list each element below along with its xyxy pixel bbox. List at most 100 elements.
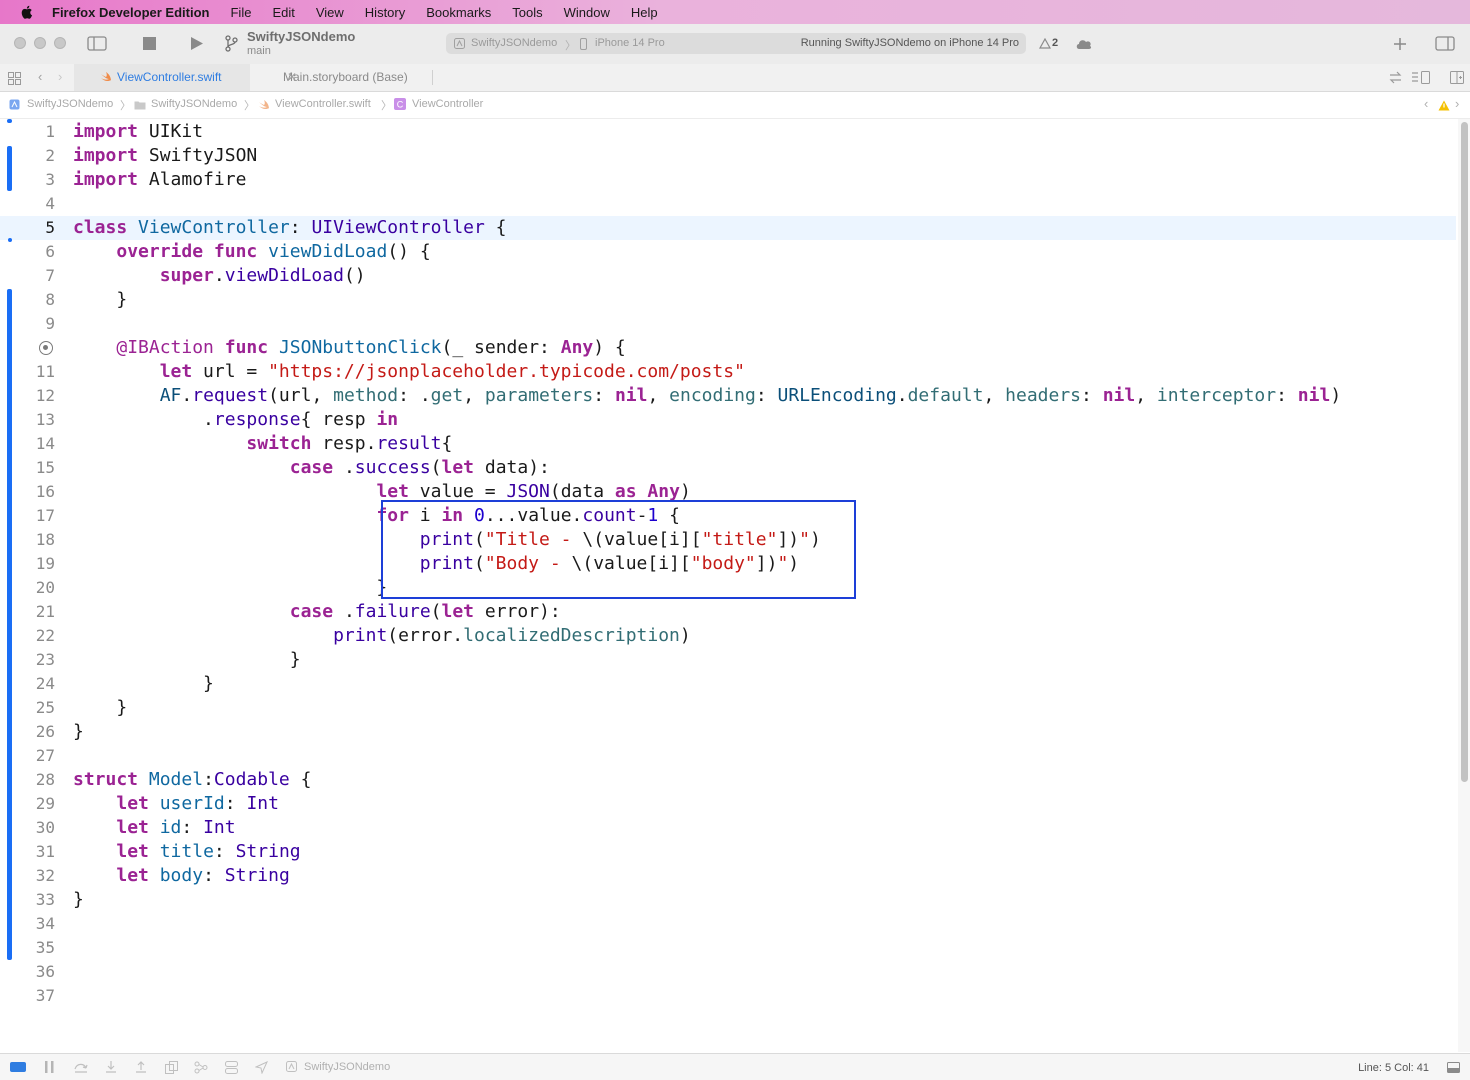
line-number[interactable]: 33 bbox=[0, 888, 55, 912]
apple-icon[interactable] bbox=[18, 3, 36, 21]
line-number[interactable]: 6 bbox=[0, 240, 55, 264]
warning-icon[interactable] bbox=[1438, 100, 1450, 111]
previous-issue-icon[interactable]: ‹ bbox=[1424, 96, 1428, 111]
navigator-toggle-icon[interactable] bbox=[87, 36, 107, 51]
menu-window[interactable]: Window bbox=[564, 5, 610, 20]
line-number[interactable]: 20 bbox=[0, 576, 55, 600]
back-chevron-icon[interactable]: ‹ bbox=[38, 69, 42, 84]
line-number[interactable]: 37 bbox=[0, 984, 55, 1008]
line-number[interactable]: 13 bbox=[0, 408, 55, 432]
line-number[interactable]: 36 bbox=[0, 960, 55, 984]
line-number[interactable]: 27 bbox=[0, 744, 55, 768]
line-number[interactable]: 4 bbox=[0, 192, 55, 216]
code-line[interactable]: import Alamofire bbox=[73, 168, 246, 192]
stop-icon[interactable] bbox=[143, 37, 156, 50]
code-line[interactable]: let userId: Int bbox=[73, 792, 279, 816]
source-editor[interactable]: 1 2 3 4 5 6 7 8 9 11 12 13 14 15 16 17 18 19 20 21 22 23 24 25 2… bbox=[0, 119, 1458, 1052]
line-number[interactable]: 21 bbox=[0, 600, 55, 624]
line-number[interactable]: 18 bbox=[0, 528, 55, 552]
related-items-icon[interactable] bbox=[8, 72, 21, 85]
scrollbar-thumb[interactable] bbox=[1461, 122, 1468, 782]
activity-viewer[interactable]: SwiftyJSONdemo 〉 iPhone 14 Pro Running S… bbox=[446, 33, 1026, 54]
split-editor-icon[interactable] bbox=[1450, 71, 1464, 84]
code-line[interactable]: switch resp.result{ bbox=[73, 432, 452, 456]
line-number[interactable]: 1 bbox=[0, 120, 55, 144]
menu-edit[interactable]: Edit bbox=[272, 5, 294, 20]
minimize-window-button[interactable] bbox=[34, 37, 46, 49]
editor-options-icon[interactable] bbox=[1411, 71, 1431, 84]
code-line[interactable]: struct Model:Codable { bbox=[73, 768, 311, 792]
line-number[interactable]: 31 bbox=[0, 840, 55, 864]
scheme-title[interactable]: SwiftyJSONdemo bbox=[247, 29, 355, 44]
inspector-toggle-icon[interactable] bbox=[1435, 36, 1455, 51]
code-line[interactable]: .response{ resp in bbox=[73, 408, 398, 432]
menu-history[interactable]: History bbox=[365, 5, 405, 20]
swap-icon[interactable] bbox=[1389, 71, 1402, 84]
line-number[interactable]: 30 bbox=[0, 816, 55, 840]
line-number[interactable]: 26 bbox=[0, 720, 55, 744]
menu-file[interactable]: File bbox=[230, 5, 251, 20]
line-number[interactable]: 32 bbox=[0, 864, 55, 888]
step-over-icon[interactable] bbox=[74, 1062, 88, 1073]
code-line[interactable]: } bbox=[73, 576, 387, 600]
line-number[interactable]: 15 bbox=[0, 456, 55, 480]
line-number[interactable]: 16 bbox=[0, 480, 55, 504]
code-line[interactable]: } bbox=[73, 288, 127, 312]
line-number[interactable]: 12 bbox=[0, 384, 55, 408]
tab-viewcontroller-swift[interactable]: ViewController.swift bbox=[74, 64, 250, 91]
code-line[interactable]: @IBAction func JSONbuttonClick(_ sender:… bbox=[73, 336, 625, 360]
code-line[interactable]: case .success(let data): bbox=[73, 456, 550, 480]
simulate-location-icon[interactable] bbox=[255, 1061, 268, 1074]
code-line[interactable]: override func viewDidLoad() { bbox=[73, 240, 430, 264]
line-number[interactable]: 5 bbox=[0, 216, 55, 240]
line-number[interactable]: 17 bbox=[0, 504, 55, 528]
cloud-icon[interactable] bbox=[1075, 37, 1093, 50]
close-window-button[interactable] bbox=[14, 37, 26, 49]
code-line[interactable]: let title: String bbox=[73, 840, 300, 864]
menu-bookmarks[interactable]: Bookmarks bbox=[426, 5, 491, 20]
activity-scheme[interactable]: SwiftyJSONdemo bbox=[471, 37, 557, 49]
activity-device[interactable]: iPhone 14 Pro bbox=[595, 37, 665, 49]
code-line[interactable]: import UIKit bbox=[73, 120, 203, 144]
code-line[interactable]: } bbox=[73, 720, 84, 744]
line-number[interactable]: 25 bbox=[0, 696, 55, 720]
line-number[interactable]: 35 bbox=[0, 936, 55, 960]
add-icon[interactable] bbox=[1393, 37, 1407, 51]
line-number[interactable]: 34 bbox=[0, 912, 55, 936]
next-issue-icon[interactable]: › bbox=[1455, 96, 1459, 111]
debug-scheme-label[interactable]: SwiftyJSONdemo bbox=[304, 1061, 390, 1073]
code-line[interactable]: } bbox=[73, 672, 214, 696]
debug-area-toggle-icon[interactable] bbox=[10, 1062, 26, 1072]
code-line[interactable]: let body: String bbox=[73, 864, 289, 888]
line-number[interactable]: 2 bbox=[0, 144, 55, 168]
line-number[interactable]: 19 bbox=[0, 552, 55, 576]
jumpbar-file[interactable]: ViewController.swift bbox=[275, 98, 371, 110]
line-number[interactable]: 22 bbox=[0, 624, 55, 648]
code-line[interactable]: } bbox=[73, 648, 301, 672]
warning-count[interactable]: 2 bbox=[1052, 37, 1058, 49]
ibaction-connection-icon[interactable] bbox=[39, 341, 53, 355]
code-line[interactable]: AF.request(url, method: .get, parameters… bbox=[73, 384, 1341, 408]
panel-toggle-icon[interactable] bbox=[1447, 1062, 1460, 1073]
step-out-icon[interactable] bbox=[135, 1061, 147, 1073]
line-number[interactable]: 3 bbox=[0, 168, 55, 192]
tab-main-storyboard[interactable]: ✕ Main.storyboard (Base) bbox=[262, 64, 432, 91]
code-line[interactable]: class ViewController: UIViewController { bbox=[73, 216, 507, 240]
line-number[interactable]: 11 bbox=[0, 360, 55, 384]
code-line[interactable]: let url = "https://jsonplaceholder.typic… bbox=[73, 360, 745, 384]
warning-icon[interactable] bbox=[1039, 38, 1051, 49]
memory-graph-icon[interactable] bbox=[194, 1061, 208, 1074]
line-number[interactable]: 28 bbox=[0, 768, 55, 792]
code-line[interactable]: print(error.localizedDescription) bbox=[73, 624, 691, 648]
code-line[interactable]: } bbox=[73, 888, 84, 912]
run-icon[interactable] bbox=[189, 36, 204, 51]
pause-icon[interactable] bbox=[44, 1061, 55, 1073]
line-number[interactable]: 24 bbox=[0, 672, 55, 696]
menu-tools[interactable]: Tools bbox=[512, 5, 542, 20]
line-number[interactable]: 7 bbox=[0, 264, 55, 288]
line-number[interactable]: 23 bbox=[0, 648, 55, 672]
code-line[interactable]: super.viewDidLoad() bbox=[73, 264, 366, 288]
menu-help[interactable]: Help bbox=[631, 5, 658, 20]
step-into-icon[interactable] bbox=[105, 1061, 117, 1073]
code-line[interactable]: } bbox=[73, 696, 127, 720]
